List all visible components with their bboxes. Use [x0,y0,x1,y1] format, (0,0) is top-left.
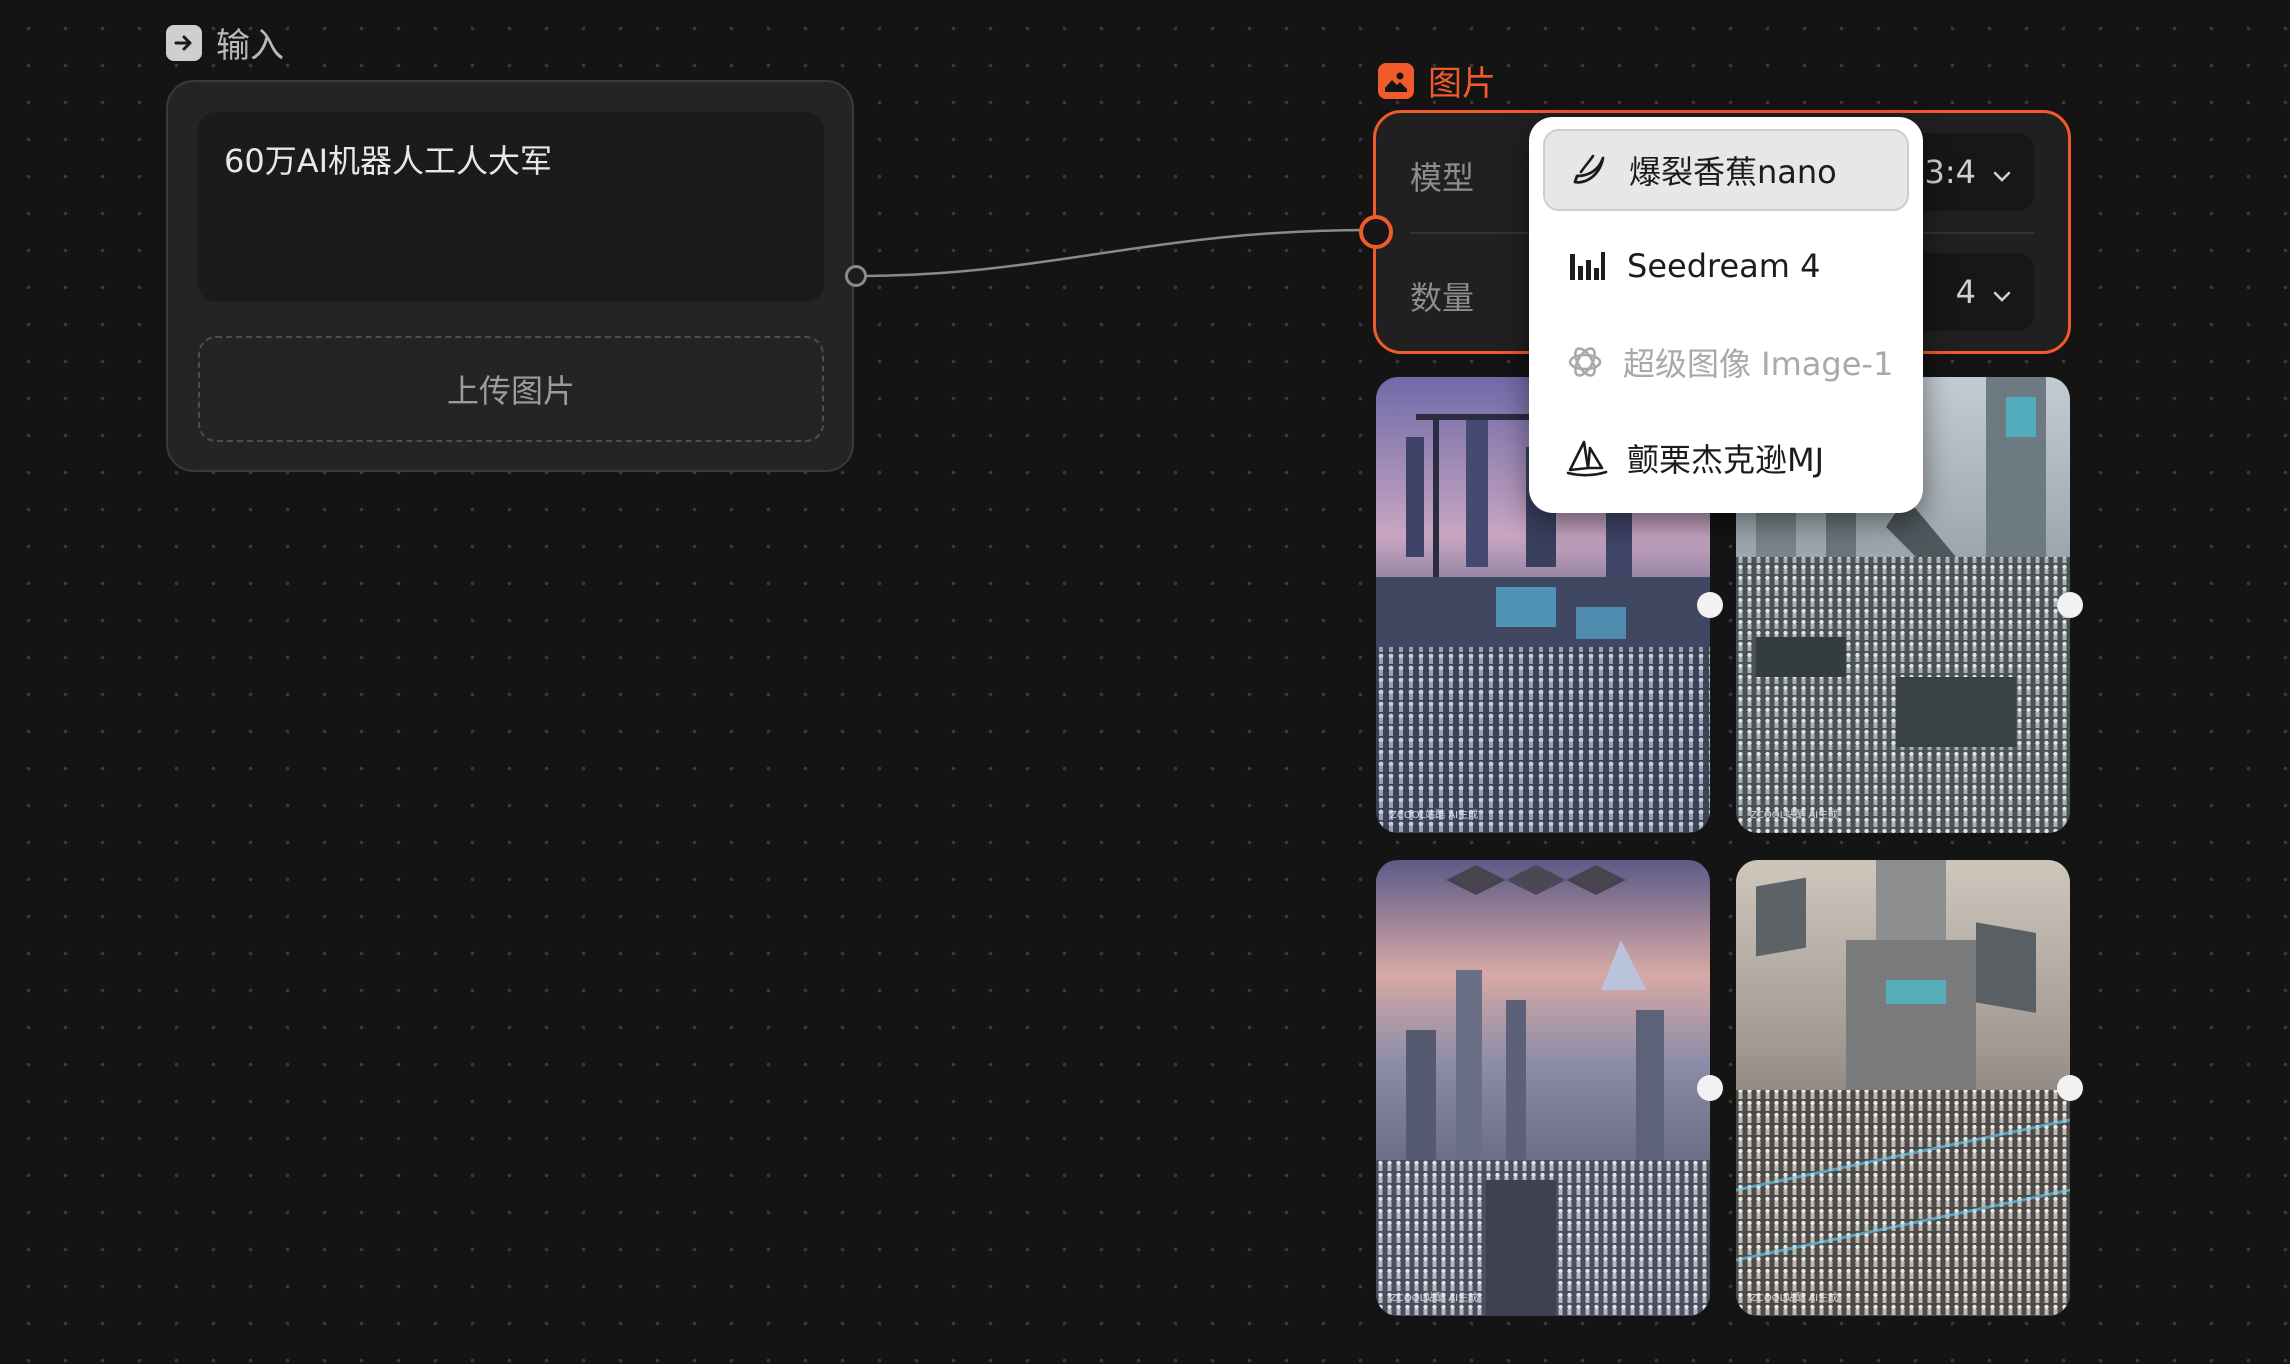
count-row-label: 数量 [1410,279,1475,317]
prompt-textarea[interactable]: 60万AI机器人工人大军 [198,112,824,302]
banana-icon [1567,148,1611,192]
generated-image-4[interactable]: ZCOOL站酷 AI生成 [1736,860,2070,1316]
image-watermark: ZCOOL站酷 AI生成 [1750,810,1839,821]
model-option-label: 爆裂香蕉nano [1629,153,1837,191]
image-1-output-port[interactable] [1697,592,1723,618]
model-option-banana-nano[interactable]: 爆裂香蕉nano [1543,129,1909,211]
input-node-card[interactable]: 60万AI机器人工人大军 上传图片 [166,80,854,472]
image-title-label: 图片 [1428,64,1496,104]
input-output-port[interactable] [845,265,867,287]
model-dropdown-menu[interactable]: 爆裂香蕉nano Seedream 4 超级图像 Image-1 颤栗杰克逊MJ [1529,117,1923,513]
upload-image-button[interactable]: 上传图片 [198,336,824,442]
chevron-down-icon [1992,153,2012,191]
image-watermark: ZCOOL站酷 AI生成 [1390,1293,1479,1304]
image-watermark: ZCOOL站酷 AI生成 [1390,810,1479,821]
image-node-title: 图片 [1378,56,1496,105]
aspect-ratio-value: 3:4 [1924,153,1977,191]
model-option-label: 超级图像 Image-1 [1623,345,1894,383]
model-option-label: Seedream 4 [1627,247,1821,285]
openai-knot-icon [1565,340,1605,384]
image-input-port[interactable] [1359,215,1393,249]
model-option-label: 颤栗杰克逊MJ [1627,441,1825,479]
upload-image-label: 上传图片 [446,372,575,410]
image-icon [1378,62,1414,99]
generated-image-3[interactable]: ZCOOL站酷 AI生成 [1376,860,1710,1316]
model-option-mj[interactable]: 颤栗杰克逊MJ [1543,417,1909,499]
arrow-right-icon [166,24,202,61]
count-select[interactable]: 4 [1904,253,2034,331]
image-2-output-port[interactable] [2057,592,2083,618]
input-title-label: 输入 [216,26,284,66]
count-value: 4 [1955,273,1976,311]
sailboat-icon [1565,436,1609,480]
input-node-title: 输入 [166,18,284,67]
image-3-output-port[interactable] [1697,1075,1723,1101]
model-row-label: 模型 [1410,159,1475,197]
seedream-bars-icon [1565,244,1609,288]
image-4-output-port[interactable] [2057,1075,2083,1101]
model-option-seedream[interactable]: Seedream 4 [1543,225,1909,307]
model-option-image-1: 超级图像 Image-1 [1543,321,1909,403]
chevron-down-icon [1992,273,2012,311]
image-watermark: ZCOOL站酷 AI生成 [1750,1293,1839,1304]
